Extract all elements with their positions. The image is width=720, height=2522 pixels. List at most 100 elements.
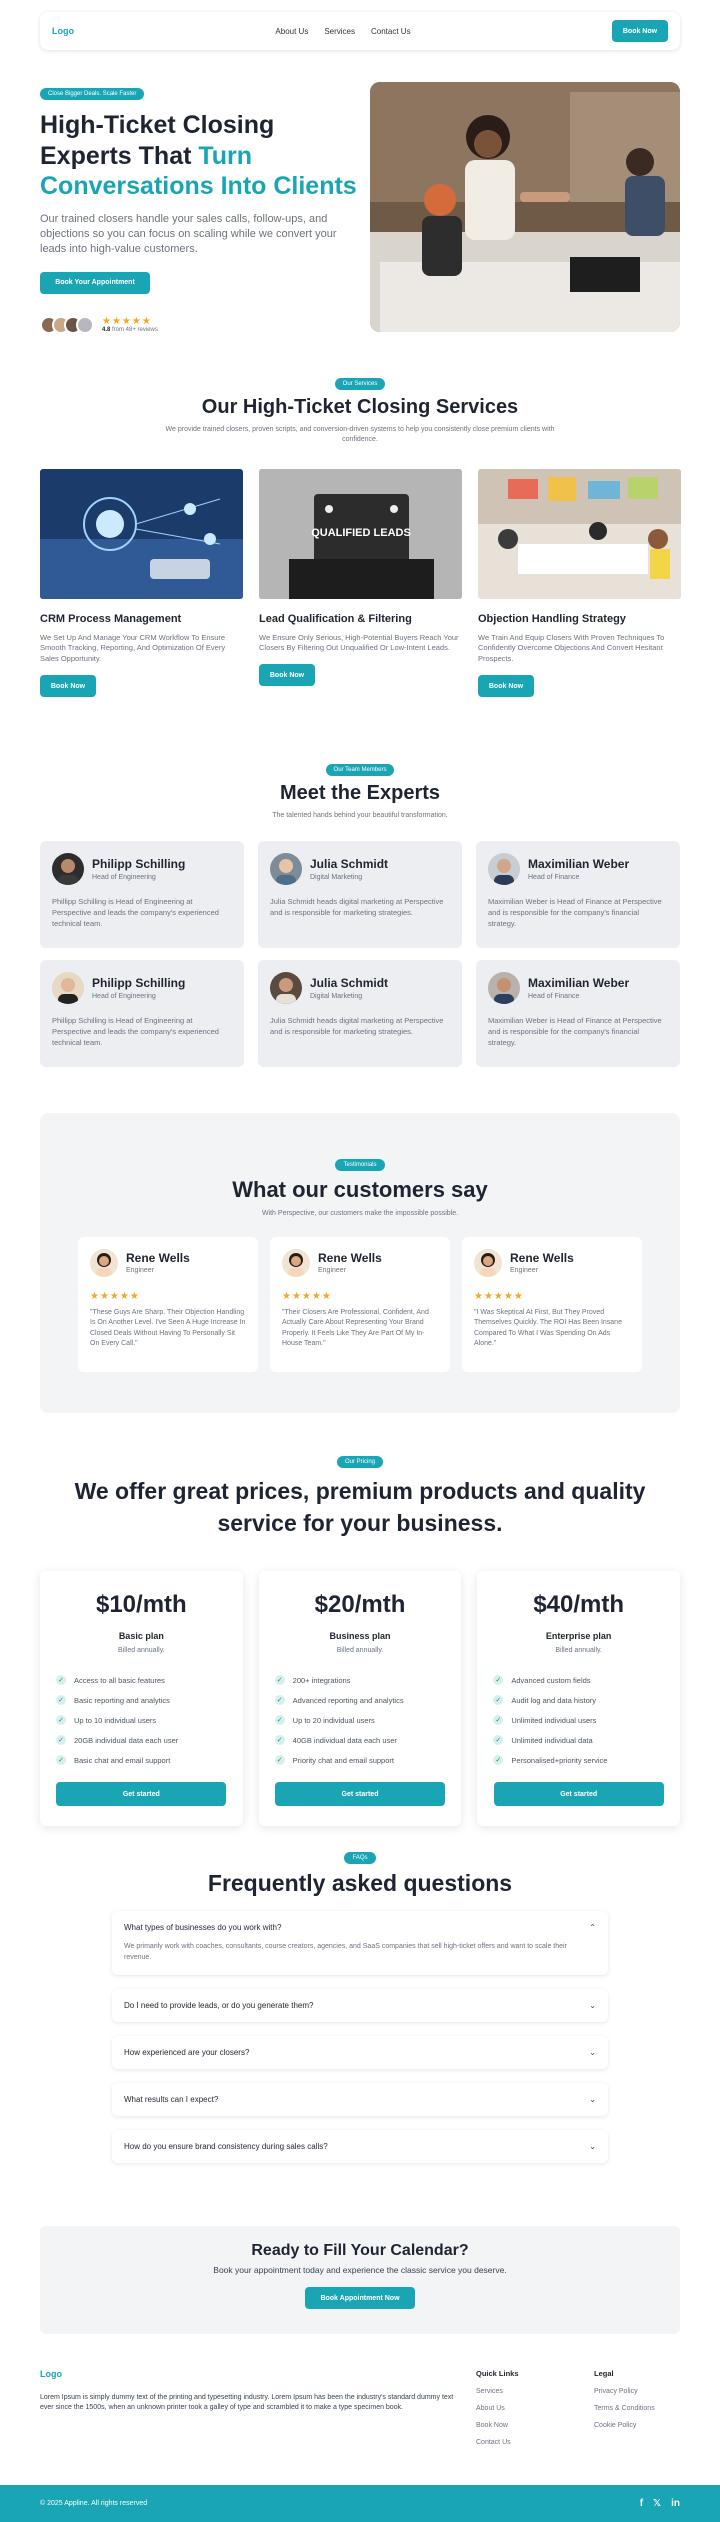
expert-role: Head of Engineering [92,992,156,1000]
service-book-button[interactable]: Book Now [478,675,534,698]
service-book-button[interactable]: Book Now [259,664,315,687]
expert-name: Maximilian Weber [528,856,630,871]
expert-role: Digital Marketing [310,873,363,881]
avatar [282,1248,310,1277]
customer-role: Engineer [318,1267,347,1275]
footer-link-book[interactable]: Book Now [476,2422,519,2429]
faq-item[interactable]: What results can I expect? ⌄ [112,2083,608,2116]
service-text: We Set Up And Manage Your CRM Workflow T… [40,632,226,664]
service-book-button[interactable]: Book Now [40,675,96,698]
faq-item[interactable]: Do I need to provide leads, or do you ge… [112,1989,608,2022]
rating-text: 4.8 from 48+ reviews [102,327,158,333]
check-icon: ✓ [274,1755,285,1766]
testimonial-text: "These Guys Are Sharp. Their Objection H… [90,1308,246,1348]
avatar [52,971,84,1004]
plan-feature: ✓ Up to 10 individual users [56,1710,227,1730]
plan-price: $40/mth [533,1591,625,1619]
chevron-down-icon[interactable]: ⌄ [589,2142,596,2151]
faq-item[interactable]: How do you ensure brand consistency duri… [112,2130,608,2163]
rating-stars: ★★★★★ [282,1290,332,1302]
plan-name: Basic plan [118,1631,164,1642]
linkedin-icon[interactable]: in [671,2498,680,2509]
hero-subtitle: Our trained closers handle your sales ca… [40,212,337,256]
svg-text:QUALIFIED LEADS: QUALIFIED LEADS [311,527,411,539]
book-appointment-now-button[interactable]: Book Appointment Now [305,2287,415,2309]
expert-bio: Julia Schmidt heads digital marketing at… [270,1015,444,1036]
twitter-icon[interactable]: 𝕏 [653,2498,661,2509]
rating-stars: ★★★★★ [90,1290,140,1302]
expert-card: Philipp Schilling Head of Engineering Phi… [40,959,244,1067]
faq-title: Frequently asked questions [207,1870,513,1896]
nav-link-contact[interactable]: Contact Us [371,27,411,36]
copyright-text: © 2025 Appline. All rights reserved [40,2500,148,2507]
footer-link-about[interactable]: About Us [476,2405,519,2412]
check-icon: ✓ [56,1755,66,1766]
get-started-button[interactable]: Get started [275,1782,445,1807]
expert-name: Philipp Schilling [92,975,186,990]
plan-billing: Billed annually. [336,1647,384,1655]
plan-feature: ✓ Access to all basic features [56,1670,227,1690]
cta-title: Ready to Fill Your Calendar? [251,2242,469,2259]
customer-name: Rene Wells [510,1251,574,1266]
chevron-up-icon[interactable]: ⌃ [589,1923,596,1932]
experts-badge: Our Team Members [325,764,395,776]
expert-bio: Phillipp Schilling is Head of Engineerin… [52,1015,219,1047]
plan-price: $10/mth [95,1591,187,1619]
faq-question: How do you ensure brand consistency duri… [124,2142,328,2151]
footer-link-cookie[interactable]: Cookie Policy [594,2422,655,2429]
get-started-button[interactable]: Get started [493,1782,664,1807]
plan-feature: ✓ Audit log and data history [493,1690,664,1710]
plan-feature: ✓ Up to 20 individual users [274,1710,446,1730]
experts-title: Meet the Experts [279,782,441,804]
footer-link-services[interactable]: Services [476,2388,519,2395]
testimonial-card: Rene Wells Engineer ★★★★★ "Their Closers … [270,1236,450,1372]
footer-link-contact[interactable]: Contact Us [476,2439,519,2446]
check-icon: ✓ [274,1675,285,1686]
check-icon: ✓ [274,1735,285,1746]
plan-billing: Billed annually. [118,1647,165,1655]
logo[interactable]: Logo [52,26,74,36]
faq-item[interactable]: How experienced are your closers? ⌄ [112,2036,608,2069]
nav-link-about[interactable]: About Us [275,27,308,36]
chevron-down-icon[interactable]: ⌄ [589,2001,596,2010]
crm-illustration [40,468,243,599]
avatar [488,852,520,885]
copyright-bar: © 2025 Appline. All rights reserved f 𝕏 … [0,2485,720,2522]
faq-question: Do I need to provide leads, or do you ge… [124,2001,314,2010]
book-appointment-button[interactable]: Book Your Appointment [40,271,150,294]
quick-links-column: Quick Links Services About Us Book Now C… [476,2369,519,2446]
customer-name: Rene Wells [318,1251,382,1266]
check-icon: ✓ [493,1695,504,1706]
pricing-badge: Our Pricing [336,1456,383,1468]
chevron-down-icon[interactable]: ⌄ [589,2048,596,2057]
check-icon: ✓ [56,1735,66,1746]
expert-card: Maximilian Weber Head of Finance Maximili… [476,959,680,1067]
testimonials-section: Testimonials What our customers say With… [40,1113,680,1413]
footer-description: Lorem Ipsum is simply dummy text of the … [40,2394,454,2412]
faq-question: What results can I expect? [124,2095,219,2104]
plan-feature: ✓ Priority chat and email support [274,1750,446,1770]
hero-badge: Close Bigger Deals. Scale Faster [40,88,145,100]
faq-item[interactable]: What types of businesses do you work wit… [112,1911,608,1975]
expert-role: Head of Finance [528,873,580,881]
footer-logo[interactable]: Logo [40,2369,62,2379]
faq-question: How experienced are your closers? [124,2048,250,2057]
experts-section: Our Team Members Meet the Experts The ta… [40,758,680,1067]
facebook-icon[interactable]: f [640,2498,643,2509]
pricing-card: $20/mth Business plan Billed annually. ✓… [258,1571,462,1827]
footer-link-terms[interactable]: Terms & Conditions [594,2405,655,2412]
check-icon: ✓ [274,1715,285,1726]
plan-feature: ✓ Advanced custom fields [493,1670,664,1690]
testimonial-text: "Their Closers Are Professional, Confide… [282,1308,429,1348]
get-started-button[interactable]: Get started [56,1782,227,1807]
nav-book-button[interactable]: Book Now [611,20,668,42]
service-title: Lead Qualification & Filtering [259,612,412,625]
top-navbar: Logo About Us Services Contact Us Book N… [40,12,680,50]
plan-name: Business plan [329,1631,391,1642]
footer-link-privacy[interactable]: Privacy Policy [594,2388,655,2395]
nav-link-services[interactable]: Services [324,27,355,36]
chevron-down-icon[interactable]: ⌄ [589,2095,596,2104]
customer-name: Rene Wells [126,1251,190,1266]
faq-question: What types of businesses do you work wit… [124,1923,282,1932]
faq-badge: FAQs [344,1852,376,1864]
